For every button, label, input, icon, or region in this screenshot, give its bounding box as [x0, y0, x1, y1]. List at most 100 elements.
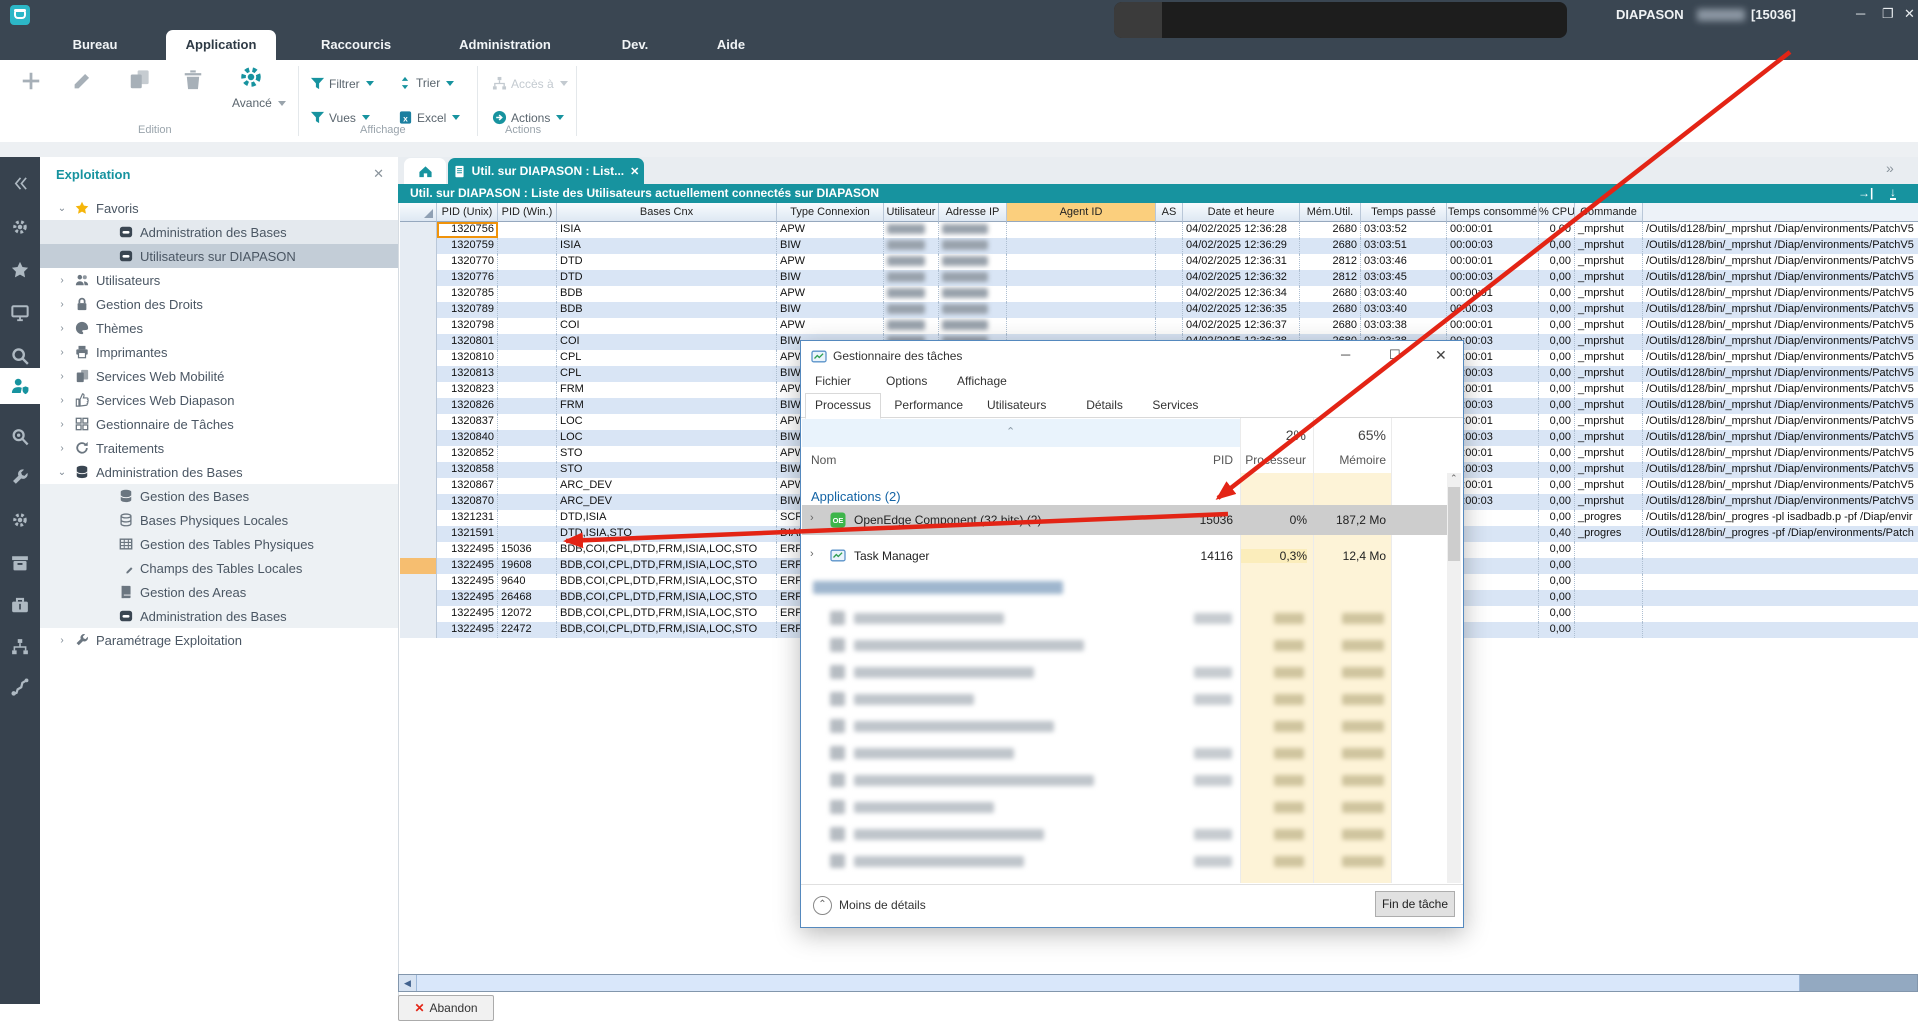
tm-tab-processus[interactable]: Processus: [805, 393, 881, 419]
duplicate-button[interactable]: [128, 69, 150, 91]
tab-close-icon[interactable]: ✕: [630, 165, 639, 178]
grid-col-gutter[interactable]: [1643, 203, 1918, 222]
abandon-button[interactable]: ✕ Abandon: [398, 995, 494, 1021]
tm-col-cpu[interactable]: Processeur: [1236, 453, 1306, 467]
window-close-button[interactable]: ✕: [1904, 6, 1915, 22]
tm-group-applications[interactable]: Applications (2): [811, 489, 901, 504]
window-minimize-button[interactable]: ─: [1856, 6, 1865, 21]
rail-sitemap-icon[interactable]: [0, 629, 40, 665]
tree-item-services-web-diapason[interactable]: ›Services Web Diapason: [40, 388, 398, 412]
tm-tab-details[interactable]: Détails: [1076, 393, 1133, 419]
tm-menu-options[interactable]: Options: [886, 374, 927, 388]
grid-row-1320785[interactable]: 1320785BDBAPW04/02/2025 12:36:34268003:0…: [400, 286, 1918, 302]
menu-tab-dev[interactable]: Dev.: [604, 30, 666, 60]
tm-col-mem[interactable]: Mémoire: [1313, 453, 1386, 467]
grid-col-as[interactable]: AS: [1156, 203, 1183, 222]
grid-col-pid-unix-[interactable]: PID (Unix): [437, 203, 498, 222]
grid-col-adresse-ip[interactable]: Adresse IP: [939, 203, 1007, 222]
tm-tab-services[interactable]: Services: [1142, 393, 1208, 419]
tm-details-toggle-icon[interactable]: ⌃: [813, 896, 832, 915]
filter-button[interactable]: Filtrer: [310, 76, 374, 91]
delete-button[interactable]: [182, 69, 204, 91]
grid-col-m-m-util-[interactable]: Mém.Util.: [1300, 203, 1361, 222]
rail-wrench-icon[interactable]: [0, 459, 40, 495]
add-button[interactable]: [20, 70, 42, 92]
grid-col-gutter[interactable]: [400, 203, 437, 222]
tm-end-task-button[interactable]: Fin de tâche: [1375, 891, 1455, 917]
scroll-left-button[interactable]: ◀: [399, 975, 416, 991]
grid-row-1320756[interactable]: 1320756ISIAAPW04/02/2025 12:36:28268003:…: [400, 222, 1918, 238]
grid-row-1320789[interactable]: 1320789BDBBIW04/02/2025 12:36:35268003:0…: [400, 302, 1918, 318]
tree-item-administration-des-bases[interactable]: Administration des Bases: [40, 604, 398, 628]
tree-chevron-icon[interactable]: ⌄: [52, 203, 72, 214]
sort-button[interactable]: Trier: [398, 76, 454, 90]
horizontal-scrollbar[interactable]: ◀: [398, 974, 1918, 992]
tree-item-gestionnaire-de-t-ches[interactable]: ›Gestionnaire de Tâches: [40, 412, 398, 436]
tm-menu-fichier[interactable]: Fichier: [815, 374, 851, 388]
grid-row-1320776[interactable]: 1320776DTDBIW04/02/2025 12:36:32281203:0…: [400, 270, 1918, 286]
tm-menu-affichage[interactable]: Affichage: [957, 374, 1007, 388]
tm-minimize-button[interactable]: ─: [1341, 347, 1350, 362]
tm-row-expand-icon[interactable]: ›: [810, 512, 814, 524]
tree-chevron-icon[interactable]: ›: [52, 419, 72, 430]
tree-item-administration-des-bases[interactable]: ⌄Administration des Bases: [40, 460, 398, 484]
tree-item-champs-des-tables-locales[interactable]: Champs des Tables Locales: [40, 556, 398, 580]
tm-process-row-15036[interactable]: ›OEOpenEdge Component (32 bits) (2)15036…: [802, 505, 1447, 535]
excel-export-button[interactable]: xExcel: [398, 110, 460, 125]
rail-user-badge-icon[interactable]: [0, 368, 40, 404]
grid-col-bases-cnx[interactable]: Bases Cnx: [557, 203, 777, 222]
tree-item-favoris[interactable]: ⌄Favoris: [40, 196, 398, 220]
grid-col-commande[interactable]: Commande: [1575, 203, 1643, 222]
panel-close-icon[interactable]: ✕: [373, 166, 384, 182]
grid-col-temps-consomm-[interactable]: Temps consommé: [1447, 203, 1539, 222]
tree-chevron-icon[interactable]: ›: [52, 323, 72, 334]
scrollbar-thumb[interactable]: [416, 975, 1800, 991]
tm-maximize-button[interactable]: ☐: [1389, 347, 1401, 363]
tab-overflow-icon[interactable]: »: [1886, 160, 1894, 176]
advanced-button[interactable]: Avancé: [232, 96, 286, 110]
menu-tab-aide[interactable]: Aide: [700, 30, 762, 60]
rail-wheel-icon[interactable]: [0, 209, 40, 245]
rail-briefcase-icon[interactable]: [0, 587, 40, 623]
tree-item-services-web-mobilit-[interactable]: ›Services Web Mobilité: [40, 364, 398, 388]
tree-item-gestion-des-tables-physiques[interactable]: Gestion des Tables Physiques: [40, 532, 398, 556]
rail-archive-icon[interactable]: [0, 545, 40, 581]
tree-chevron-icon[interactable]: ›: [52, 347, 72, 358]
tree-item-gestion-des-droits[interactable]: ›Gestion des Droits: [40, 292, 398, 316]
rail-gear-icon[interactable]: [0, 502, 40, 538]
actions-button[interactable]: Actions: [492, 110, 564, 125]
rail-star-icon[interactable]: [0, 252, 40, 288]
task-manager-window[interactable]: Gestionnaire des tâches ─ ☐ ✕ FichierOpt…: [800, 340, 1464, 928]
menu-tab-raccourcis[interactable]: Raccourcis: [308, 30, 404, 60]
tm-close-button[interactable]: ✕: [1435, 347, 1447, 364]
menu-tab-administration[interactable]: Administration: [452, 30, 558, 60]
tm-details-toggle-label[interactable]: Moins de détails: [839, 898, 926, 912]
tree-chevron-icon[interactable]: ⌄: [52, 467, 72, 478]
tm-tab-utilisateurs[interactable]: Utilisateurs: [977, 393, 1056, 419]
tm-name-sort-band[interactable]: [802, 419, 1240, 447]
rail-monitor-icon[interactable]: [0, 295, 40, 331]
document-tab[interactable]: Util. sur DIAPASON : List... ✕: [448, 158, 644, 184]
tree-item-traitements[interactable]: ›Traitements: [40, 436, 398, 460]
tree-chevron-icon[interactable]: ›: [52, 395, 72, 406]
tm-tab-performance[interactable]: Performance: [884, 393, 973, 419]
tree-item-gestion-des-bases[interactable]: Gestion des Bases: [40, 484, 398, 508]
tree-chevron-icon[interactable]: ›: [52, 275, 72, 286]
tree-chevron-icon[interactable]: ›: [52, 371, 72, 382]
advanced-gear-icon[interactable]: [238, 64, 264, 90]
menu-tab-bureau[interactable]: Bureau: [56, 30, 134, 60]
grid-col-pid-win-[interactable]: PID (Win.): [498, 203, 557, 222]
access-button[interactable]: Accès à: [492, 76, 568, 91]
views-button[interactable]: Vues: [310, 110, 370, 125]
tree-chevron-icon[interactable]: ›: [52, 299, 72, 310]
grid-col-date-et-heure[interactable]: Date et heure: [1183, 203, 1300, 222]
tree-item-th-mes[interactable]: ›Thèmes: [40, 316, 398, 340]
tree-item-utilisateurs-sur-diapason[interactable]: Utilisateurs sur DIAPASON: [40, 244, 398, 268]
grid-col-temps-pass-[interactable]: Temps passé: [1361, 203, 1447, 222]
tm-process-row-14116[interactable]: ›Task Manager141160,3%12,4 Mo: [802, 541, 1447, 571]
tree-item-param-trage-exploitation[interactable]: ›Paramétrage Exploitation: [40, 628, 398, 652]
edit-button[interactable]: [72, 70, 93, 91]
tm-scrollbar[interactable]: ⌃: [1447, 473, 1461, 883]
grid-col-agent-id[interactable]: Agent ID: [1007, 203, 1156, 222]
grid-row-1320759[interactable]: 1320759ISIABIW04/02/2025 12:36:29268003:…: [400, 238, 1918, 254]
